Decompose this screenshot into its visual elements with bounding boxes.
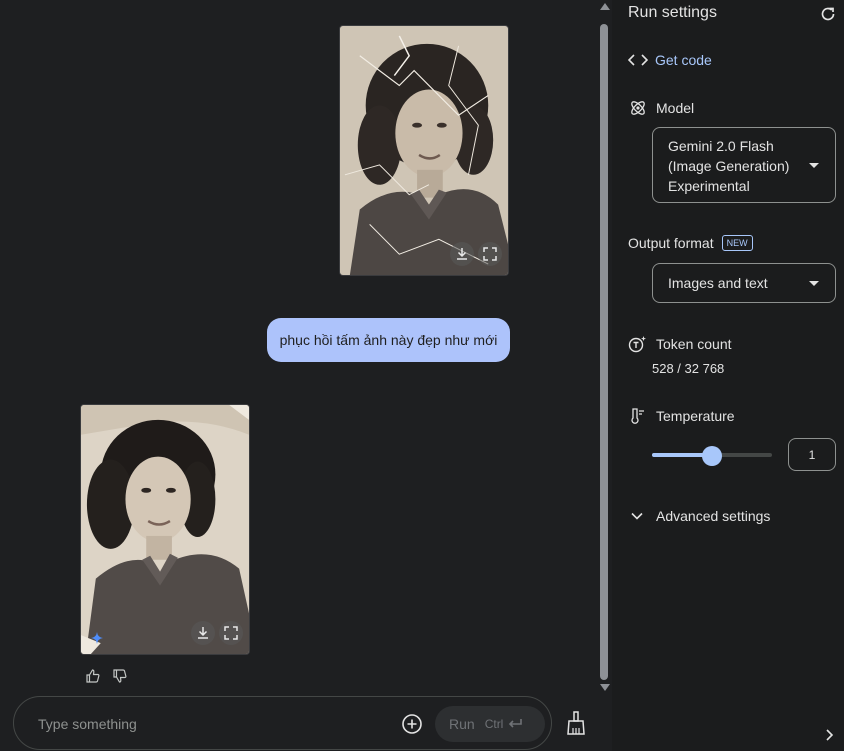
new-badge: NEW [721, 235, 753, 251]
advanced-settings-label: Advanced settings [656, 508, 771, 524]
enter-key-icon [509, 719, 523, 728]
prompt-input[interactable] [38, 713, 378, 735]
model-select-value: Gemini 2.0 Flash (Image Generation) Expe… [668, 138, 790, 194]
scroll-down-arrow-icon[interactable] [600, 684, 610, 691]
restored-photo[interactable] [80, 404, 250, 655]
uploaded-photo[interactable] [339, 25, 509, 276]
clear-chat-broom-icon[interactable] [565, 711, 587, 735]
prompt-input-bar: Run Ctrl [13, 696, 552, 750]
fullscreen-button[interactable] [478, 242, 502, 266]
scroll-thumb[interactable] [600, 24, 608, 680]
chevron-right-icon[interactable] [822, 728, 836, 742]
download-icon [198, 627, 208, 639]
add-media-icon[interactable] [401, 713, 423, 735]
model-select[interactable]: Gemini 2.0 Flash (Image Generation) Expe… [652, 127, 836, 203]
output-format-label-row: Output format NEW [628, 235, 753, 251]
temperature-slider[interactable] [652, 446, 772, 466]
fullscreen-icon [224, 626, 238, 640]
gemini-sparkle-icon [91, 632, 103, 644]
temperature-label-row: Temperature [628, 407, 735, 425]
download-icon [457, 248, 467, 260]
download-button[interactable] [191, 621, 215, 645]
token-count-icon [628, 336, 646, 353]
run-label: Run [449, 716, 475, 732]
model-label: Model [656, 100, 695, 116]
token-count-label-row: Token count [628, 335, 732, 353]
get-code-label: Get code [655, 52, 712, 68]
reset-settings-icon[interactable] [819, 5, 837, 23]
thermometer-icon [631, 408, 644, 424]
chevron-down-icon [809, 281, 819, 286]
model-label-row: Model [628, 99, 694, 117]
thumbs-up-icon [86, 669, 100, 683]
run-button[interactable]: Run Ctrl [435, 706, 545, 742]
damaged-portrait-image [340, 26, 508, 275]
token-count-value: 528 / 32 768 [652, 361, 725, 376]
restored-portrait-image [81, 405, 249, 654]
token-count-label: Token count [656, 336, 732, 352]
output-format-select[interactable]: Images and text [652, 263, 836, 303]
run-shortcut: Ctrl [484, 717, 504, 731]
run-settings-panel: Run settings Get code Model Gemini 2.0 F… [612, 0, 844, 751]
download-button[interactable] [450, 242, 474, 266]
scroll-up-arrow-icon[interactable] [600, 3, 610, 10]
model-atom-icon [631, 101, 645, 115]
output-format-value: Images and text [668, 275, 768, 291]
advanced-settings-toggle[interactable]: Advanced settings [630, 508, 770, 524]
chat-area: phục hồi tấm ảnh này đẹp như mới Type so… [0, 0, 598, 751]
get-code-link[interactable]: Get code [628, 52, 712, 68]
output-format-label: Output format [628, 235, 714, 251]
user-message-bubble: phục hồi tấm ảnh này đẹp như mới [267, 318, 510, 362]
thumbs-up-button[interactable] [85, 668, 101, 684]
chevron-down-icon [809, 163, 819, 168]
code-brackets-icon [628, 54, 648, 66]
thumbs-down-button[interactable] [112, 668, 128, 684]
temperature-input[interactable]: 1 [788, 438, 836, 471]
fullscreen-button[interactable] [219, 621, 243, 645]
slider-thumb[interactable] [702, 446, 722, 466]
chat-scrollbar[interactable] [598, 0, 612, 700]
panel-title: Run settings [628, 4, 717, 21]
thumbs-down-icon [113, 669, 127, 683]
chevron-down-icon [631, 512, 643, 520]
fullscreen-icon [483, 247, 497, 261]
temperature-label: Temperature [656, 408, 735, 424]
